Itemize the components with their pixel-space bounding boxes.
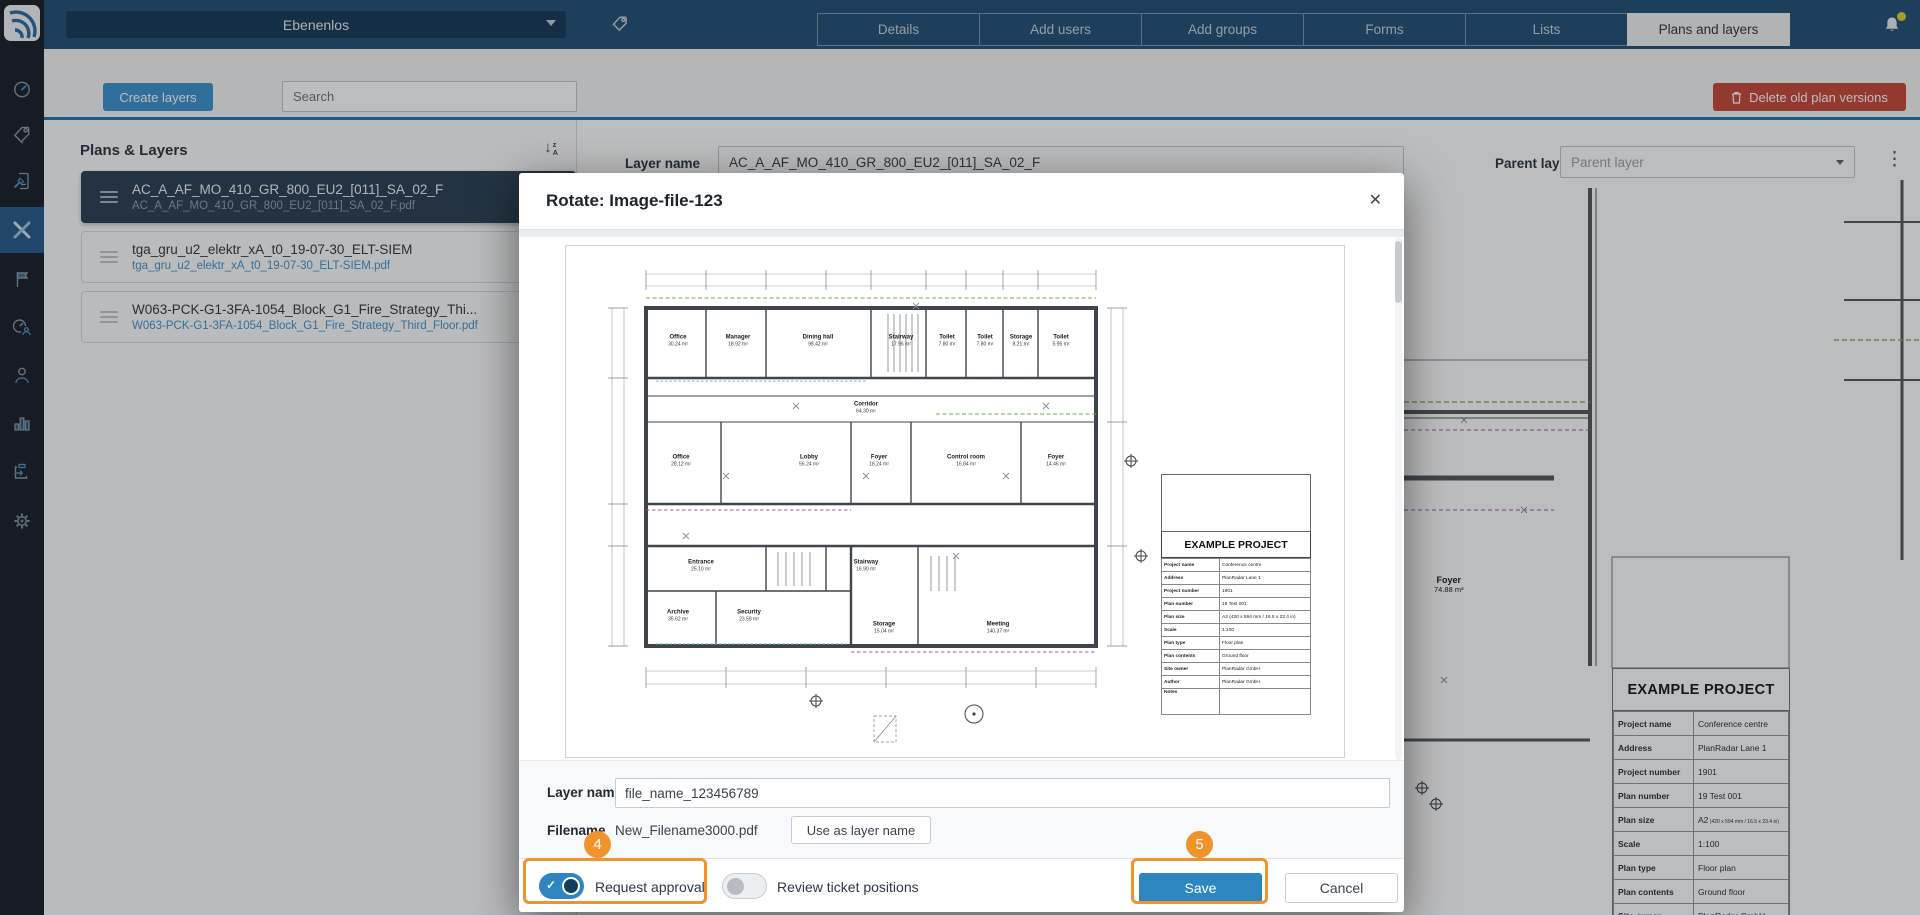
room-label: Meeting140.37 m² [987, 622, 1010, 635]
room-label: Security23.59 m² [737, 610, 761, 623]
review-ticket-positions-label: Review ticket positions [777, 879, 919, 895]
title-block-row: Project nameConference centre [1162, 559, 1311, 572]
modal-layer-name-label: Layer name [547, 785, 622, 800]
viewer-scrollbar[interactable] [1395, 237, 1402, 760]
room-label: Lobby56.24 m² [799, 455, 819, 468]
room-label: Stairway16.90 m² [854, 560, 879, 573]
title-block-logo-area [1161, 474, 1311, 532]
title-block-row: Plan number19 Test 001 [1162, 598, 1311, 611]
plan-sheet: Office30.24 m² Manager18.92 m² Dining hall… [565, 245, 1345, 758]
room-label: Toilet5.95 m² [1053, 335, 1070, 348]
rotate-modal: Rotate: Image-file-123 ✕ [519, 173, 1404, 912]
cancel-button[interactable]: Cancel [1285, 873, 1398, 903]
viewer-top-band [519, 230, 1404, 237]
title-block-row: Plan typeFloor plan [1162, 637, 1311, 650]
modal-filename-value: New_Filename3000.pdf [615, 823, 758, 838]
room-label: Entrance25.10 m² [688, 560, 714, 573]
modal-footer: ✓ Request approval Review ticket positio… [519, 858, 1404, 912]
room-label: Toilet7.80 m² [977, 335, 994, 348]
title-block-row: Project number1901 [1162, 585, 1311, 598]
room-label: Toilet7.80 m² [939, 335, 956, 348]
modal-form-section: Layer name Filename New_Filename3000.pdf… [519, 760, 1404, 858]
title-block-row: AddressPlanRadar Lane 1 [1162, 572, 1311, 585]
review-ticket-positions-toggle[interactable] [722, 873, 767, 899]
title-block-row: Plan contentsGround floor [1162, 650, 1311, 663]
toggle-knob [727, 878, 744, 895]
modal-header: Rotate: Image-file-123 ✕ [519, 173, 1404, 230]
plan-viewer: Office30.24 m² Manager18.92 m² Dining hall… [519, 237, 1404, 760]
request-approval-label: Request approval [595, 879, 705, 895]
room-label: Office30.24 m² [668, 335, 688, 348]
use-as-layer-name-button[interactable]: Use as layer name [791, 816, 931, 844]
title-block-row: Plan sizeA2 (420 x 594 mm / 16.5 x 23.4 … [1162, 611, 1311, 624]
room-label: Storage8.21 m² [1010, 335, 1032, 348]
room-label: Control room16.84 m² [947, 455, 985, 468]
room-label: Office28.12 m² [671, 455, 691, 468]
room-label: Dining hall98.42 m² [803, 335, 834, 348]
annotation-badge-4: 4 [584, 831, 611, 858]
room-label: Archive35.62 m² [667, 610, 689, 623]
close-icon[interactable]: ✕ [1369, 190, 1382, 210]
room-label: Corridor64.30 m² [854, 402, 878, 415]
room-label: Foyer14.46 m² [1046, 455, 1066, 468]
app-root: Ebenenlos DetailsAdd usersAdd groupsForm… [0, 0, 1920, 915]
sheet-title-block: EXAMPLE PROJECT Project nameConference c… [1161, 474, 1311, 715]
toggle-knob [562, 877, 580, 895]
room-label: Manager18.92 m² [726, 335, 751, 348]
title-block-row: AuthorPlanRadar GmbH [1162, 676, 1311, 689]
title-block-row: Site ownerPlanRadar GmbH [1162, 663, 1311, 676]
request-approval-toggle[interactable]: ✓ [539, 873, 584, 899]
modal-layer-name-input[interactable] [615, 778, 1390, 808]
room-label: Stairway17.96 m² [889, 335, 914, 348]
room-label: Foyer18.24 m² [869, 455, 889, 468]
annotation-badge-5: 5 [1186, 831, 1213, 858]
title-block-row: Scale1:100 [1162, 624, 1311, 637]
modal-title: Rotate: Image-file-123 [546, 191, 723, 211]
check-icon: ✓ [546, 878, 556, 892]
title-block-notes-row: Notes [1162, 689, 1311, 715]
title-block-title: EXAMPLE PROJECT [1161, 532, 1311, 558]
save-button[interactable]: Save [1139, 873, 1262, 903]
room-label: Storage15.04 m² [873, 622, 895, 635]
